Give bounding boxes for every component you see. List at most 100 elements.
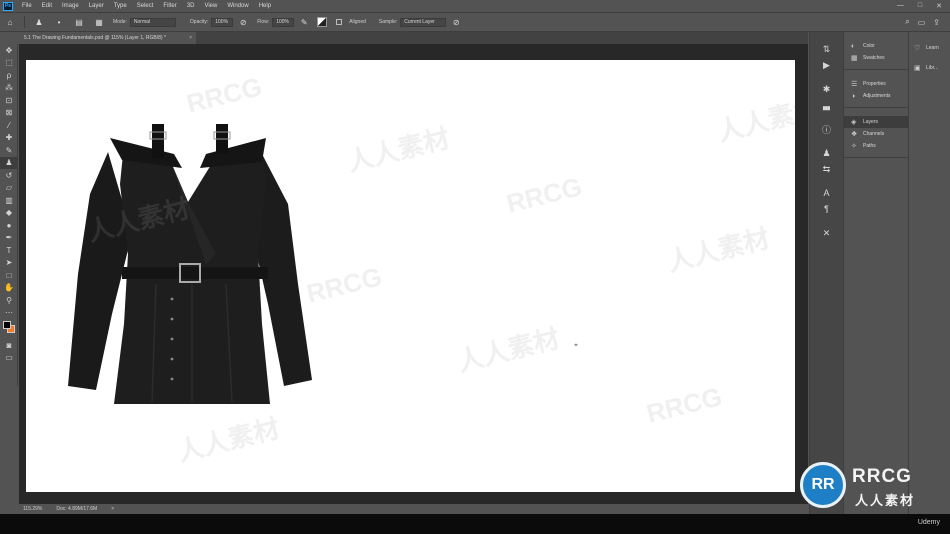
properties-icon: ☰ [851,81,858,88]
brush-settings-icon[interactable]: ✱ [814,82,840,96]
healing-brush-tool-icon[interactable]: ✚ [0,132,18,145]
eyedropper-tool-icon[interactable]: ⁄ [0,119,18,132]
paragraph-icon[interactable]: ¶ [814,202,840,216]
crop-tool-icon[interactable]: ⊡ [0,94,18,107]
brush-tool-icon[interactable]: ✎ [0,144,18,157]
rectangle-tool-icon[interactable]: □ [0,269,18,282]
panel-label: Layers [863,119,879,125]
close-tab-icon[interactable]: × [189,32,192,44]
frame-tool-icon[interactable]: ⊠ [0,107,18,120]
panel-paths[interactable]: ✧ Paths [844,140,908,152]
marquee-tool-icon[interactable]: ⬚ [0,57,18,70]
panel-label: Color [863,43,875,49]
panel-swatches[interactable]: ▦ Swatches [844,52,908,64]
menu-edit[interactable]: Edit [37,3,57,9]
info-icon[interactable]: ⓘ [814,122,840,136]
panel-label: Properties [863,81,886,87]
transform-icon[interactable]: ✕ [814,226,840,240]
panel-layers[interactable]: ◈ Layers [844,116,908,128]
history-brush-tool-icon[interactable]: ↺ [0,169,18,182]
maximize-button[interactable]: □ [918,2,922,10]
screen-mode-icon[interactable]: ▭ [0,352,18,365]
layers-icon: ◈ [851,119,857,126]
type-tool-icon[interactable]: T [0,244,18,257]
zoom-tool-icon[interactable]: ⚲ [0,294,18,307]
clone-source-icon[interactable]: ▦ [93,16,105,28]
panel-learn[interactable]: ♡ Learn [910,42,950,54]
document-tab[interactable]: 5.1 The Drawing Fundamentals.psd @ 115% … [18,32,196,44]
video-bottom-bar: Udemy [0,514,950,534]
blur-tool-icon[interactable]: ◆ [0,207,18,220]
minimize-button[interactable]: — [897,2,904,10]
panel-channels[interactable]: ❖ Channels [844,128,908,140]
canvas-area: ⌖ RRCG 人人素材 RRCG 人人素材 人人素材 RRCG 人人素材 RRC… [19,44,808,504]
share-icon[interactable]: ⇪ [933,18,940,27]
brush-settings-icon[interactable]: ▤ [73,16,85,28]
mode-select[interactable]: Normal [129,17,176,27]
color-panel-group: ◐ Color ▦ Swatches [844,32,908,70]
color-swatches[interactable] [0,319,17,339]
menu-file[interactable]: File [17,3,37,9]
tool-presets-icon[interactable]: ⇆ [814,162,840,176]
flow-field[interactable]: 100% [272,17,295,27]
zoom-level[interactable]: 115.29% [23,506,42,512]
rrcg-logo-icon: RR [800,462,846,508]
panel-properties[interactable]: ☰ Properties [844,78,908,90]
pressure-opacity-icon[interactable]: ⊘ [237,16,249,28]
status-bar: 115.29% Doc: 4.89M/17.6M > [19,504,808,514]
gradient-tool-icon[interactable]: ▥ [0,194,18,207]
menu-image[interactable]: Image [57,3,84,9]
panel-libraries[interactable]: ▣ Libr... [910,62,950,74]
status-menu-arrow[interactable]: > [111,506,114,512]
menu-view[interactable]: View [199,3,222,9]
panel-adjustments[interactable]: ◑ Adjustments [844,90,908,102]
foreground-color-swatch[interactable] [3,321,11,329]
home-icon[interactable]: ⌂ [4,16,16,28]
rrcg-logo-subtext: 人人素材 [855,493,916,508]
clone-stamp-tool-icon[interactable]: ♟ [0,156,18,169]
tools-panel: ✥ ⬚ ρ ⁂ ⊡ ⊠ ⁄ ✚ ✎ ♟ ↺ ▱ ▥ ◆ ● ✒ T ➤ □ ✋ … [0,44,18,386]
menu-select[interactable]: Select [132,3,159,9]
menu-bar: Ps File Edit Image Layer Type Select Fil… [0,0,950,12]
paths-icon: ✧ [851,143,857,150]
menu-layer[interactable]: Layer [84,3,109,9]
hand-tool-icon[interactable]: ✋ [0,282,18,295]
search-icon[interactable]: ⌕ [905,17,909,27]
history-icon[interactable]: ⇅ [814,42,840,56]
pen-tool-icon[interactable]: ✒ [0,232,18,245]
cursor-icon: ⌖ [574,342,578,349]
opacity-field[interactable]: 100% [211,17,234,27]
clone-stamp-tool-preset-icon[interactable]: ♟ [33,16,45,28]
sample-select[interactable]: Current Layer [400,17,447,27]
move-tool-icon[interactable]: ✥ [0,44,18,57]
panel-color[interactable]: ◐ Color [844,40,908,52]
workspace-icon[interactable]: ▭ [918,18,926,27]
dodge-tool-icon[interactable]: ● [0,219,18,232]
libraries-column: ♡ Learn ▣ Libr... [910,32,950,514]
quick-selection-tool-icon[interactable]: ⁂ [0,82,18,95]
brush-preset-icon[interactable]: • [53,16,65,28]
lasso-tool-icon[interactable]: ρ [0,69,18,82]
close-window-button[interactable]: ✕ [936,2,942,10]
aligned-checkbox[interactable] [336,19,343,25]
eraser-tool-icon[interactable]: ▱ [0,182,18,195]
document-canvas[interactable]: ⌖ RRCG 人人素材 RRCG 人人素材 人人素材 RRCG 人人素材 RRC… [26,60,795,492]
character-icon[interactable]: A [814,186,840,200]
panel-label: Libr... [926,65,939,71]
airbrush-icon[interactable]: ✎ [298,16,310,28]
color-icon: ◐ [851,42,856,50]
menu-type[interactable]: Type [109,3,132,9]
actions-play-icon[interactable]: ▶ [814,58,840,72]
menu-3d[interactable]: 3D [182,3,200,9]
ignore-adjustment-icon[interactable]: ⊘ [450,16,462,28]
clone-source-panel-icon[interactable]: ♟ [814,146,840,160]
path-selection-tool-icon[interactable]: ➤ [0,257,18,270]
menu-window[interactable]: Window [222,3,253,9]
sample-swatch-icon[interactable] [317,17,328,27]
brushes-icon[interactable]: ▃ [814,98,840,112]
menu-help[interactable]: Help [254,3,276,9]
quick-mask-icon[interactable]: ◙ [0,339,18,352]
swatches-icon: ▦ [851,55,858,62]
more-tools-icon[interactable]: ⋯ [0,307,18,320]
menu-filter[interactable]: Filter [158,3,181,9]
